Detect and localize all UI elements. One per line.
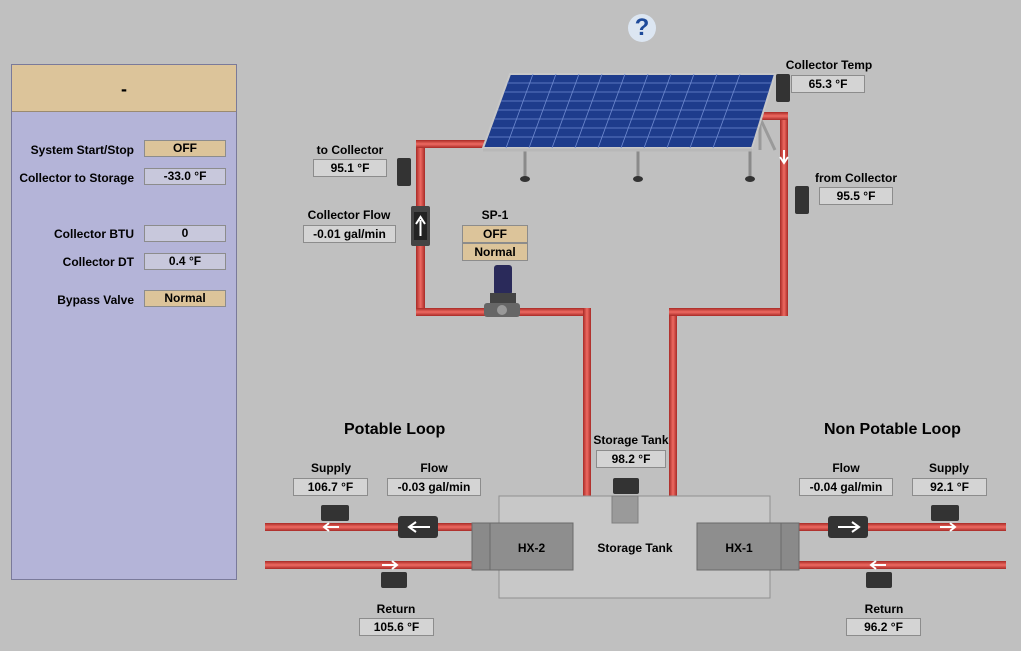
bypass-valve-label: Bypass Valve bbox=[57, 293, 134, 307]
potable-flow-value: -0.03 gal/min bbox=[387, 478, 481, 496]
potable-supply-value: 106.7 °F bbox=[293, 478, 368, 496]
collector-to-storage-value: -33.0 °F bbox=[144, 168, 226, 185]
system-start-stop-value[interactable]: OFF bbox=[144, 140, 226, 157]
nonpotable-return-label: Return bbox=[864, 602, 904, 616]
collector-flow-label: Collector Flow bbox=[307, 208, 391, 222]
from-collector-label: from Collector bbox=[814, 171, 897, 185]
potable-loop-title: Potable Loop bbox=[344, 421, 446, 438]
hx2-label: HX-2 bbox=[517, 541, 546, 555]
collector-btu-label: Collector BTU bbox=[53, 227, 134, 241]
storage-tank-inner-label: Storage Tank bbox=[597, 541, 673, 555]
from-collector-value: 95.5 °F bbox=[819, 187, 893, 205]
pump-mode[interactable]: Normal bbox=[462, 243, 528, 261]
nonpotable-supply-value: 92.1 °F bbox=[912, 478, 987, 496]
collector-btu-value: 0 bbox=[144, 225, 226, 242]
collector-flow-value: -0.01 gal/min bbox=[303, 225, 396, 243]
nonpotable-flow-value: -0.04 gal/min bbox=[799, 478, 893, 496]
help-icon[interactable]: ? bbox=[628, 14, 656, 42]
nonpotable-flow-label: Flow bbox=[832, 461, 860, 475]
solar-panel-icon bbox=[481, 73, 777, 182]
to-collector-value: 95.1 °F bbox=[313, 159, 387, 177]
potable-return-value: 105.6 °F bbox=[359, 618, 434, 636]
collector-dt-value: 0.4 °F bbox=[144, 253, 226, 270]
status-panel: - System Start/Stop OFF Collector to Sto… bbox=[11, 64, 237, 580]
pump-state[interactable]: OFF bbox=[462, 225, 528, 243]
pump-icon bbox=[484, 265, 520, 317]
potable-flow-label: Flow bbox=[420, 461, 448, 475]
panel-header: - bbox=[12, 65, 236, 112]
collector-temp-label: Collector Temp bbox=[785, 58, 873, 72]
nonpotable-supply-label: Supply bbox=[928, 461, 969, 475]
nonpotable-return-value: 96.2 °F bbox=[846, 618, 921, 636]
collector-temp-value: 65.3 °F bbox=[791, 75, 865, 93]
storage-tank-temp: 98.2 °F bbox=[596, 450, 666, 468]
nonpotable-loop-title: Non Potable Loop bbox=[824, 421, 961, 438]
to-collector-label: to Collector bbox=[316, 143, 384, 157]
storage-tank-label: Storage Tank bbox=[593, 433, 669, 447]
panel-title: - bbox=[121, 79, 127, 99]
potable-supply-label: Supply bbox=[310, 461, 351, 475]
potable-return-label: Return bbox=[376, 602, 416, 616]
collector-dt-label: Collector DT bbox=[62, 255, 134, 269]
collector-to-storage-label: Collector to Storage bbox=[19, 171, 134, 185]
pump-name: SP-1 bbox=[481, 208, 509, 222]
hx1-label: HX-1 bbox=[725, 541, 753, 555]
system-start-stop-label: System Start/Stop bbox=[30, 143, 134, 157]
bypass-valve-value[interactable]: Normal bbox=[144, 290, 226, 307]
collector-flow-meter-icon bbox=[411, 206, 430, 246]
